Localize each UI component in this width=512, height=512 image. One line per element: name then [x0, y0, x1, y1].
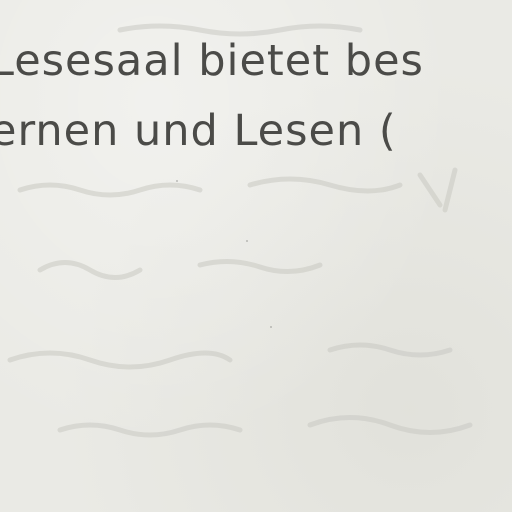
- scanned-page: Lesesaal bietet bes ernen und Lesen (: [0, 0, 512, 512]
- document-text-line-2: ernen und Lesen (: [0, 106, 397, 156]
- paper-speck: [246, 240, 248, 242]
- document-text-line-1: Lesesaal bietet bes: [0, 36, 424, 86]
- paper-speck: [176, 180, 178, 182]
- paper-speck: [270, 326, 272, 328]
